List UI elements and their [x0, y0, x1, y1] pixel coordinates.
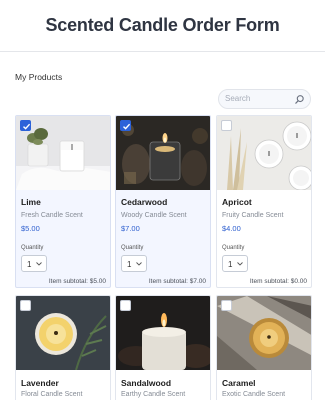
quantity-value: 1	[127, 260, 132, 269]
item-subtotal: Item subtotal: $0.00	[250, 278, 307, 285]
quantity-select[interactable]: 1	[121, 255, 147, 272]
quantity-label: Quantity	[121, 245, 144, 251]
product-scent: Floral Candle Scent	[21, 391, 83, 398]
product-card-lavender[interactable]: Lavender Floral Candle Scent	[15, 295, 111, 400]
quantity-label: Quantity	[222, 245, 245, 251]
product-price: $5.00	[21, 224, 40, 233]
page-title: Scented Candle Order Form	[45, 15, 280, 35]
product-name: Sandalwood	[121, 378, 172, 388]
product-card-caramel[interactable]: Caramel Exotic Candle Scent	[216, 295, 312, 400]
product-scent: Woody Candle Scent	[121, 212, 187, 219]
product-scent: Fruity Candle Scent	[222, 212, 284, 219]
search-placeholder: Search	[225, 94, 251, 103]
quantity-label: Quantity	[21, 245, 44, 251]
product-checkbox-lime[interactable]	[20, 120, 31, 131]
product-checkbox-lavender[interactable]	[20, 300, 31, 311]
product-card-sandalwood[interactable]: Sandalwood Earthy Candle Scent	[115, 295, 211, 400]
product-scent: Exotic Candle Scent	[222, 391, 286, 398]
product-checkbox-sandalwood[interactable]	[120, 300, 131, 311]
quantity-select[interactable]: 1	[222, 255, 248, 272]
search-input[interactable]: Search	[218, 89, 311, 109]
product-card-cedarwood[interactable]: Cedarwood Woody Candle Scent $7.00 Quant…	[115, 115, 211, 288]
subtotal-label: Item subtotal:	[249, 278, 289, 285]
quantity-value: 1	[27, 260, 32, 269]
product-name: Apricot	[222, 197, 252, 207]
product-checkbox-caramel[interactable]	[221, 300, 232, 311]
checkmark-icon	[123, 123, 131, 130]
product-scent: Fresh Candle Scent	[21, 212, 83, 219]
item-subtotal: Item subtotal: $7.00	[149, 278, 206, 285]
quantity-select[interactable]: 1	[21, 255, 47, 272]
section-label: My Products	[15, 72, 63, 82]
chevron-down-icon	[36, 262, 42, 266]
product-name: Cedarwood	[121, 197, 168, 207]
checkmark-icon	[23, 123, 31, 130]
product-scent: Earthy Candle Scent	[121, 391, 186, 398]
subtotal-value: $7.00	[189, 278, 206, 285]
product-checkbox-apricot[interactable]	[221, 120, 232, 131]
header: Scented Candle Order Form	[0, 0, 325, 52]
product-name: Lavender	[21, 378, 59, 388]
product-name: Lime	[21, 197, 41, 207]
item-subtotal: Item subtotal: $5.00	[49, 278, 106, 285]
subtotal-value: $0.00	[290, 278, 307, 285]
product-card-apricot[interactable]: Apricot Fruity Candle Scent $4.00 Quanti…	[216, 115, 312, 288]
chevron-down-icon	[237, 262, 243, 266]
quantity-value: 1	[228, 260, 233, 269]
subtotal-label: Item subtotal:	[48, 278, 88, 285]
subtotal-value: $5.00	[89, 278, 106, 285]
product-card-lime[interactable]: Lime Fresh Candle Scent $5.00 Quantity 1…	[15, 115, 111, 288]
product-checkbox-cedarwood[interactable]	[120, 120, 131, 131]
search-icon[interactable]	[294, 94, 305, 105]
product-name: Caramel	[222, 378, 256, 388]
product-price: $7.00	[121, 224, 140, 233]
product-price: $4.00	[222, 224, 241, 233]
chevron-down-icon	[136, 262, 142, 266]
subtotal-label: Item subtotal:	[148, 278, 188, 285]
